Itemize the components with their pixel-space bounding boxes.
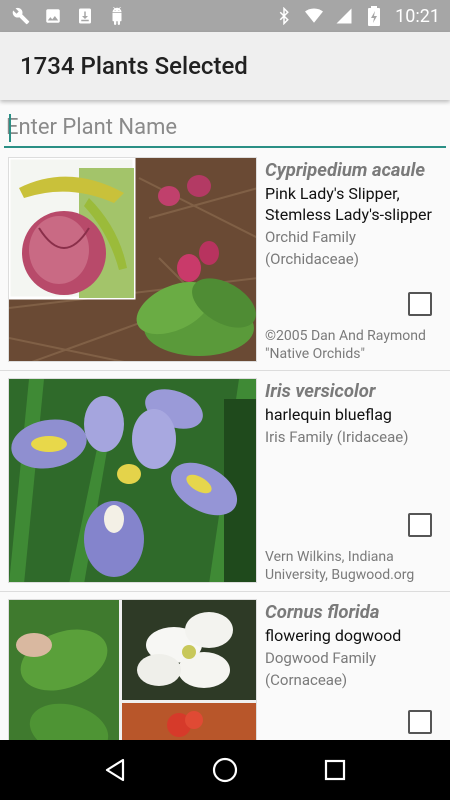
image-icon	[44, 7, 62, 25]
recents-button[interactable]	[315, 750, 355, 790]
system-icons: 10:21	[275, 6, 450, 27]
plant-list[interactable]: Cypripedium acaule Pink Lady's Slipper, …	[0, 150, 450, 740]
common-name: harlequin blueflag	[265, 405, 392, 424]
status-bar: 10:21	[0, 0, 450, 32]
plant-family: Iris Family (Iridaceae)	[265, 428, 409, 446]
plant-photo	[8, 599, 257, 740]
bluetooth-icon	[275, 7, 293, 25]
signal-icon	[335, 7, 353, 25]
recents-icon	[324, 759, 346, 781]
home-button[interactable]	[205, 750, 245, 790]
back-button[interactable]	[95, 750, 135, 790]
list-item[interactable]: Cornus florida flowering dogwood Dogwood…	[0, 592, 450, 740]
navigation-bar	[0, 740, 450, 800]
search-input[interactable]	[4, 108, 446, 146]
plant-family: Dogwood Family (Cornaceae)	[265, 649, 377, 689]
select-checkbox[interactable]	[408, 513, 432, 537]
plant-info: Iris versicolor harlequin blueflag Iris …	[265, 379, 445, 448]
scientific-name: Cornus florida	[265, 601, 380, 623]
scientific-name: Cypripedium acaule	[265, 159, 426, 181]
home-icon	[212, 757, 238, 783]
app-bar: 1734 Plants Selected	[0, 32, 450, 100]
plant-info: Cornus florida flowering dogwood Dogwood…	[265, 600, 445, 691]
android-icon	[108, 7, 126, 25]
common-name: Pink Lady's Slipper, Stemless Lady's-sli…	[265, 184, 432, 224]
notification-icons	[0, 7, 126, 25]
common-name: flowering dogwood	[265, 626, 402, 645]
search-field[interactable]	[4, 108, 446, 148]
select-checkbox[interactable]	[408, 292, 432, 316]
list-item[interactable]: Cypripedium acaule Pink Lady's Slipper, …	[0, 150, 450, 371]
list-item[interactable]: Iris versicolor harlequin blueflag Iris …	[0, 371, 450, 592]
wrench-icon	[12, 7, 30, 25]
status-time: 10:21	[395, 5, 440, 27]
plant-photo	[8, 378, 257, 583]
back-icon	[105, 758, 125, 782]
wifi-icon	[305, 7, 324, 25]
battery-icon	[365, 6, 383, 26]
download-icon	[76, 7, 94, 25]
select-checkbox[interactable]	[408, 710, 432, 734]
photo-credit: Vern Wilkins, Indiana University, Bugwoo…	[265, 549, 415, 583]
photo-credit: ©2005 Dan And Raymond "Native Orchids"	[265, 328, 426, 362]
text-cursor	[9, 114, 11, 142]
scientific-name: Iris versicolor	[265, 380, 376, 402]
plant-photo	[8, 157, 257, 362]
page-title: 1734 Plants Selected	[20, 52, 248, 80]
plant-family: Orchid Family (Orchidaceae)	[265, 228, 359, 268]
plant-info: Cypripedium acaule Pink Lady's Slipper, …	[265, 158, 445, 270]
